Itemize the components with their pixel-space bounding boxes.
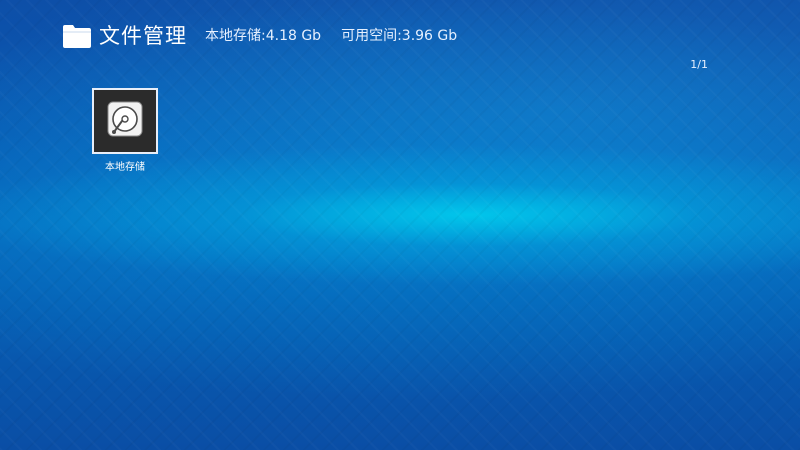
background-texture (0, 0, 800, 450)
title-bar: 文件管理 本地存储:4.18 Gb 可用空间:3.96 Gb (62, 20, 477, 52)
local-storage-info: 本地存储:4.18 Gb (205, 28, 322, 44)
app-title: 文件管理 (99, 24, 187, 48)
folder-icon (62, 23, 92, 49)
tile-frame[interactable] (92, 88, 158, 154)
tile-label: 本地存储 (105, 162, 145, 173)
hard-drive-icon (105, 99, 145, 143)
page-indicator: 1/1 (690, 58, 708, 71)
local-storage-tile[interactable]: 本地存储 (90, 88, 160, 173)
available-space-info: 可用空间:3.96 Gb (341, 28, 458, 44)
